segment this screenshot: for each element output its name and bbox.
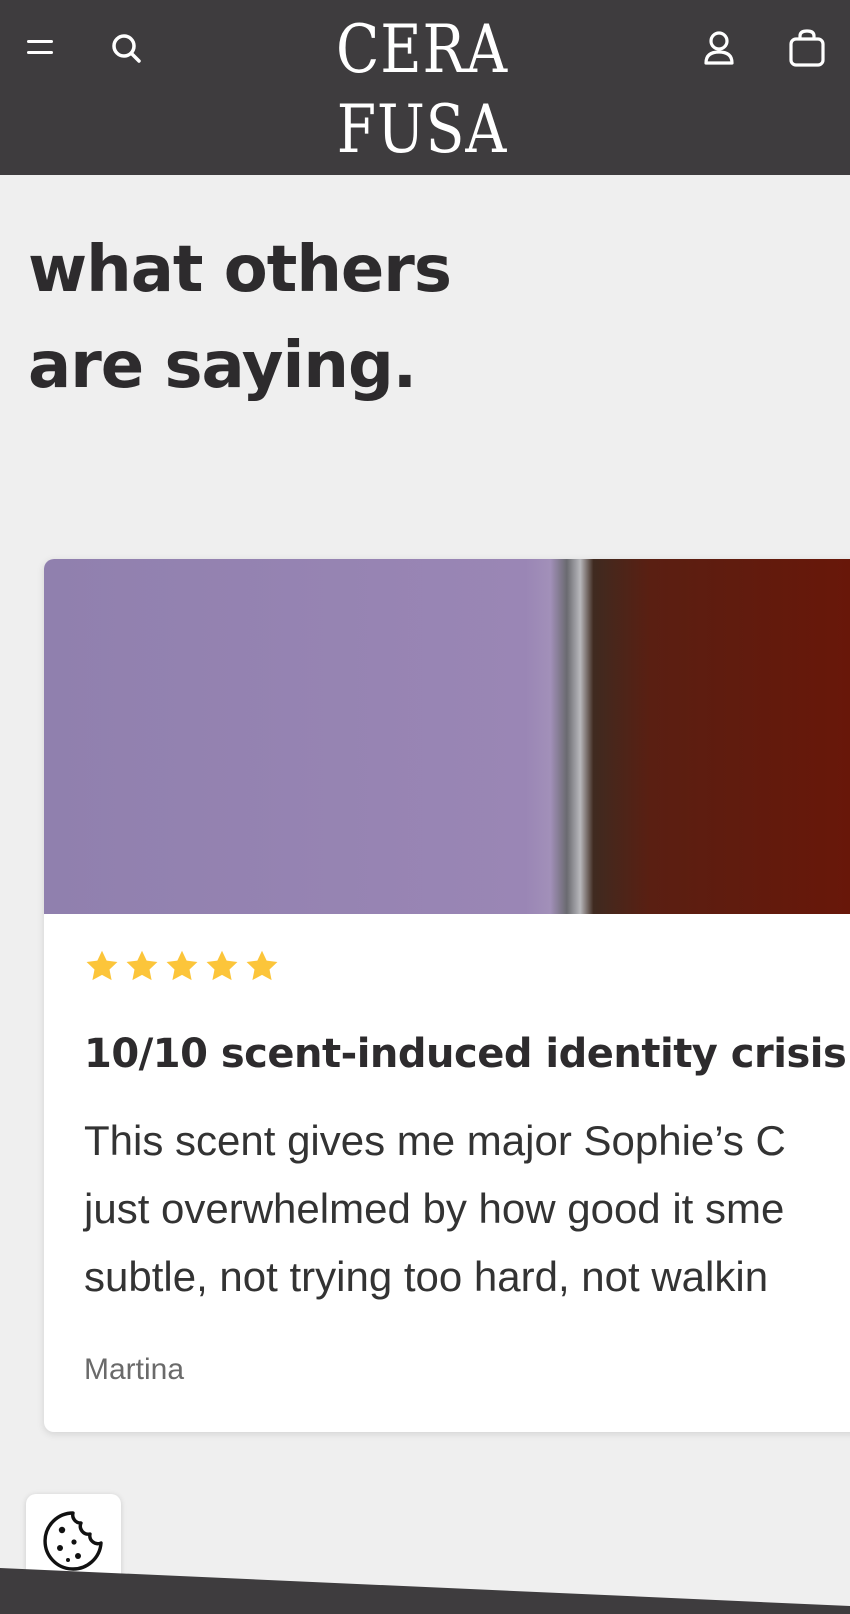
account-icon[interactable] bbox=[702, 30, 736, 68]
footer-edge bbox=[0, 1568, 850, 1614]
heading-line-2: are saying. bbox=[28, 329, 417, 403]
review-author: Martina bbox=[84, 1353, 185, 1386]
section-heading: what others are saying. bbox=[28, 222, 452, 414]
review-title: 10/10 scent-induced identity crisis bbox=[84, 1031, 847, 1077]
review-body-line: This scent gives me major Sophie’s C bbox=[84, 1117, 786, 1164]
site-header: CERA FUSA bbox=[0, 0, 850, 175]
star-rating bbox=[84, 948, 284, 984]
star-icon bbox=[206, 950, 238, 981]
star-icon bbox=[246, 950, 278, 981]
star-icon bbox=[126, 950, 158, 981]
review-body-line: subtle, not trying too hard, not walkin bbox=[84, 1253, 769, 1300]
star-icon bbox=[86, 950, 118, 981]
brand-logo[interactable]: CERA FUSA bbox=[241, 10, 602, 170]
heading-line-1: what others bbox=[28, 233, 452, 307]
cart-icon[interactable] bbox=[788, 28, 826, 68]
review-body-line: just overwhelmed by how good it sme bbox=[84, 1185, 785, 1232]
review-body: This scent gives me major Sophie’s C jus… bbox=[84, 1107, 786, 1311]
review-card[interactable]: 10/10 scent-induced identity crisis This… bbox=[44, 559, 850, 1432]
search-icon[interactable] bbox=[110, 32, 144, 66]
star-icon bbox=[166, 950, 198, 981]
review-image bbox=[44, 559, 850, 914]
menu-icon[interactable] bbox=[27, 35, 57, 61]
